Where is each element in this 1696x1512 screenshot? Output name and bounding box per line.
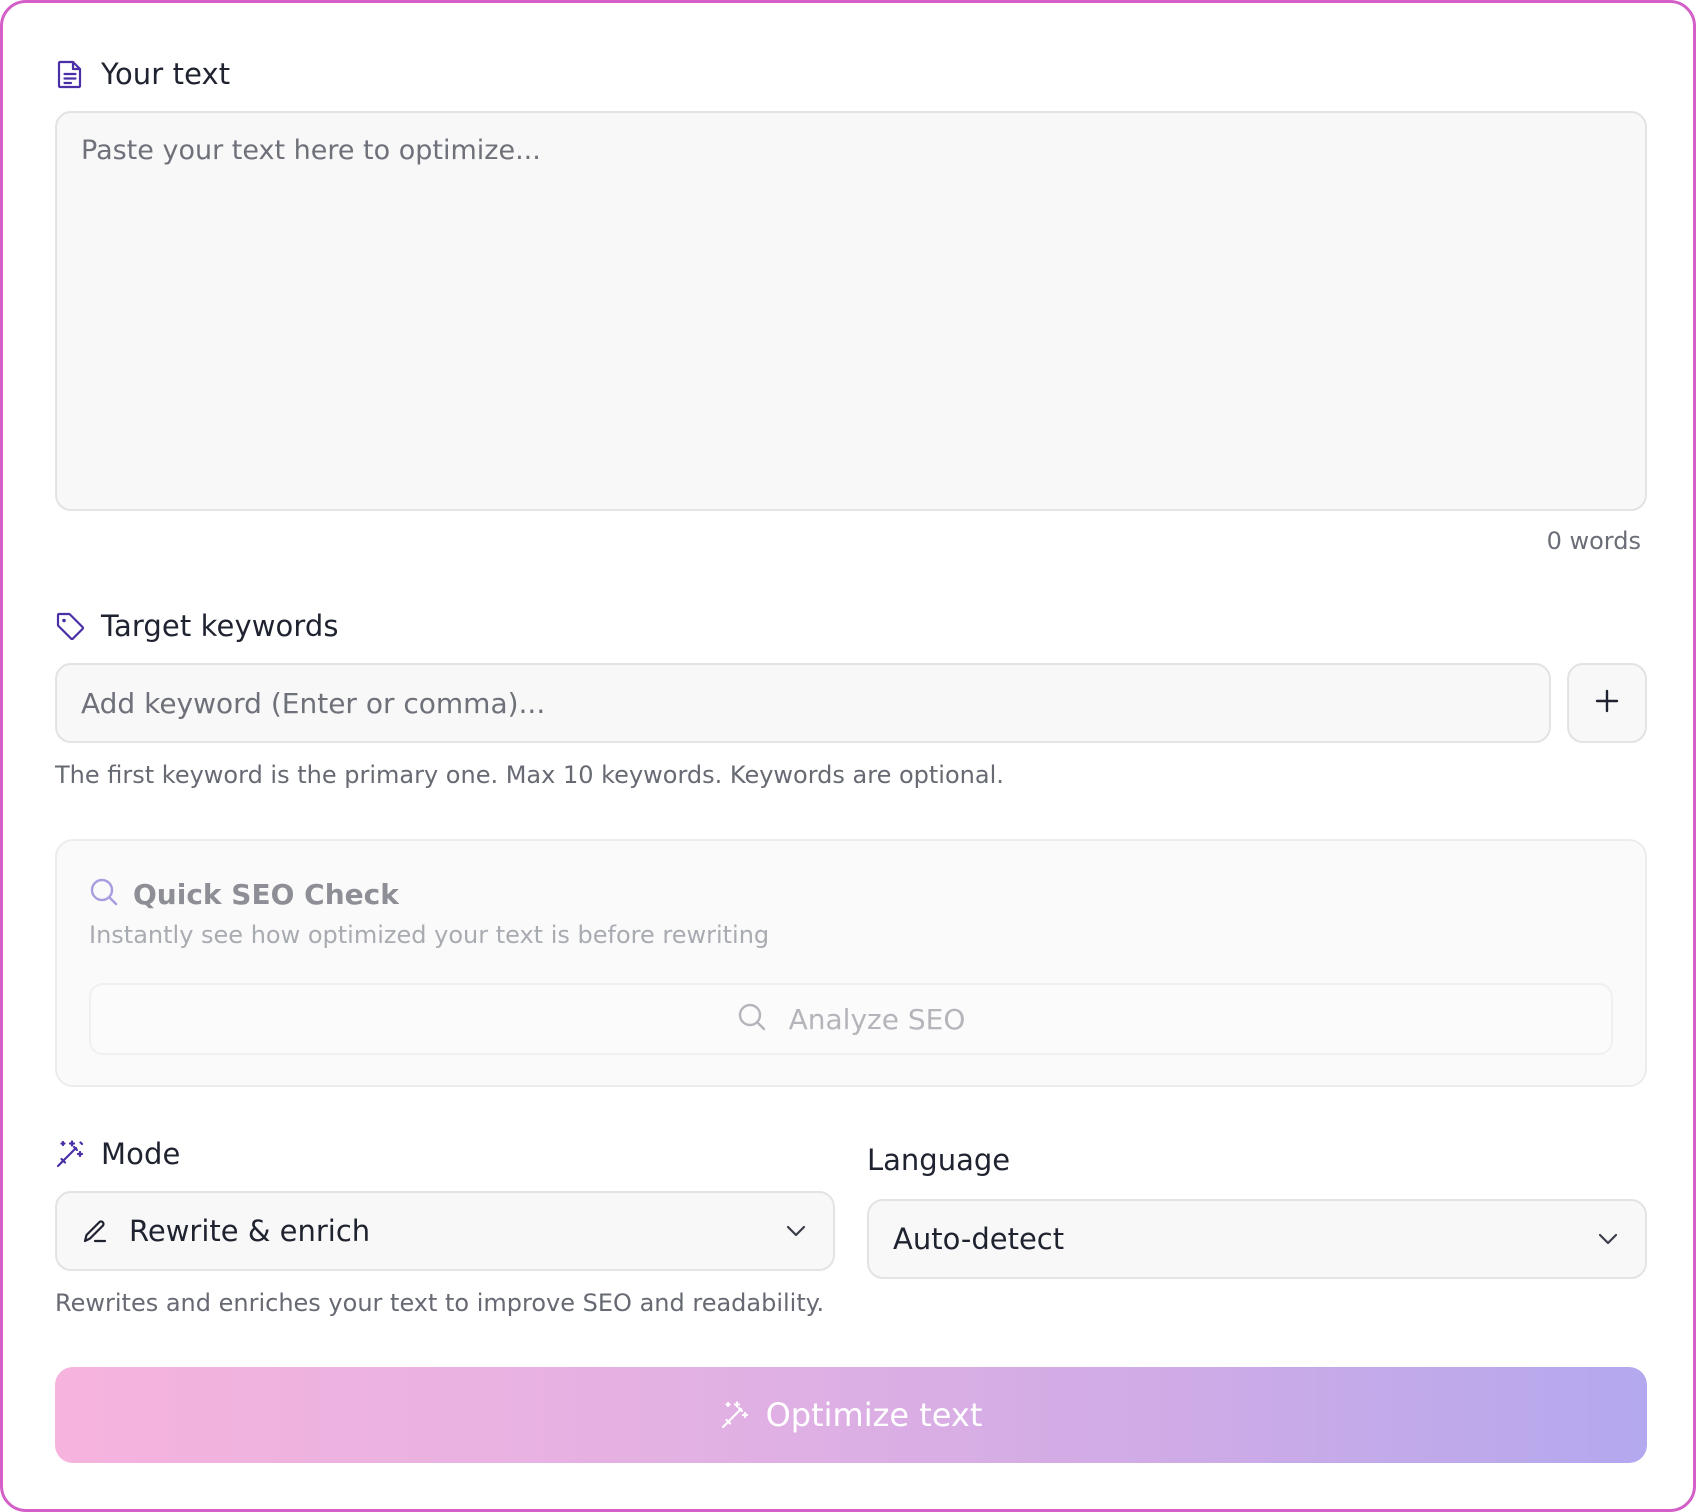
magic-wand-icon bbox=[55, 1139, 85, 1169]
mode-label: Mode bbox=[101, 1137, 181, 1171]
seo-check-header: Quick SEO Check bbox=[89, 877, 399, 911]
analyze-seo-label: Analyze SEO bbox=[788, 1002, 966, 1036]
text-input[interactable] bbox=[55, 111, 1647, 511]
optimize-text-label: Optimize text bbox=[765, 1396, 983, 1434]
mode-header: Mode bbox=[55, 1137, 180, 1171]
pen-icon bbox=[81, 1217, 109, 1245]
seo-check-panel: Quick SEO Check Instantly see how optimi… bbox=[55, 839, 1647, 1087]
add-keyword-button[interactable] bbox=[1567, 663, 1647, 743]
optimizer-card: Your text 0 words Target keywords The fi… bbox=[0, 0, 1696, 1512]
language-label: Language bbox=[867, 1143, 1011, 1177]
chevron-down-icon bbox=[783, 1218, 809, 1244]
search-icon bbox=[737, 1002, 767, 1036]
keyword-input[interactable] bbox=[55, 663, 1551, 743]
magic-wand-icon bbox=[720, 1400, 750, 1430]
search-icon bbox=[89, 877, 119, 911]
your-text-header: Your text bbox=[55, 57, 230, 91]
plus-icon bbox=[1594, 688, 1620, 718]
document-icon bbox=[55, 59, 85, 89]
keywords-label: Target keywords bbox=[101, 609, 339, 643]
keywords-hint: The first keyword is the primary one. Ma… bbox=[55, 761, 1004, 789]
seo-check-subtitle: Instantly see how optimized your text is… bbox=[89, 921, 770, 949]
your-text-label: Your text bbox=[101, 57, 231, 91]
tag-icon bbox=[55, 611, 85, 641]
mode-selected-value: Rewrite & enrich bbox=[129, 1214, 371, 1248]
analyze-seo-button[interactable]: Analyze SEO bbox=[89, 983, 1613, 1055]
seo-check-title: Quick SEO Check bbox=[133, 877, 399, 911]
chevron-down-icon bbox=[1595, 1226, 1621, 1252]
language-select[interactable]: Auto-detect bbox=[867, 1199, 1647, 1279]
mode-description: Rewrites and enriches your text to impro… bbox=[55, 1289, 825, 1317]
mode-select[interactable]: Rewrite & enrich bbox=[55, 1191, 835, 1271]
word-count: 0 words bbox=[1546, 527, 1641, 555]
keywords-header: Target keywords bbox=[55, 609, 339, 643]
language-selected-value: Auto-detect bbox=[893, 1222, 1065, 1256]
optimize-text-button[interactable]: Optimize text bbox=[55, 1367, 1647, 1463]
